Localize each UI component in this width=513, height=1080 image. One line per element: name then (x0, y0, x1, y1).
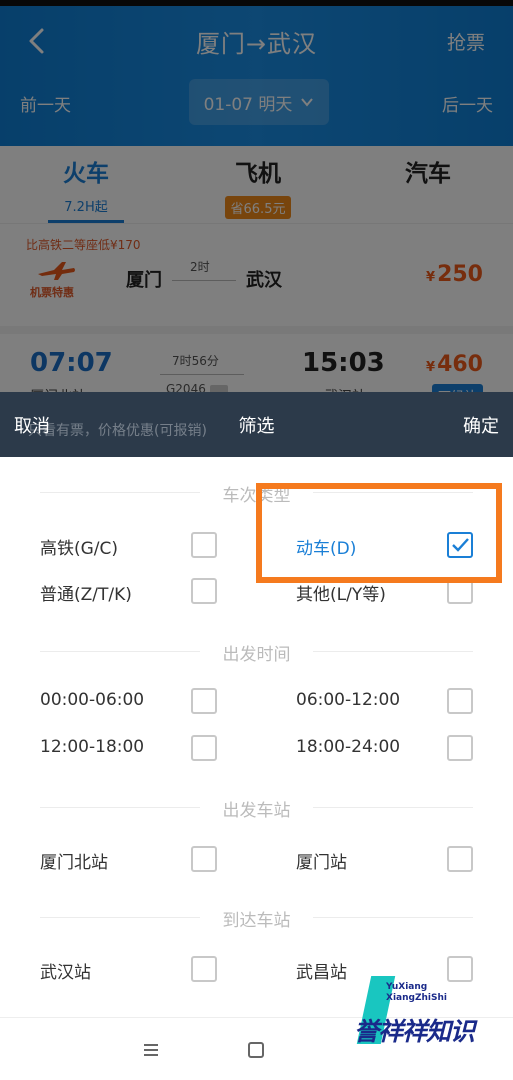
dim-overlay[interactable] (0, 0, 513, 392)
option-high-speed[interactable]: 高铁(G/C) (40, 534, 118, 559)
option-time-6-12[interactable]: 06:00-12:00 (296, 690, 400, 710)
option-other[interactable]: 其他(L/Y等) (296, 580, 386, 605)
checkbox-arr-wuhan[interactable] (191, 956, 217, 982)
home-icon[interactable] (248, 1042, 264, 1058)
checkbox-time-18-24[interactable] (447, 735, 473, 761)
watermark-brand: 誉祥祥知识 (354, 1017, 475, 1046)
checkbox-time-0-6[interactable] (191, 688, 217, 714)
option-time-18-24[interactable]: 18:00-24:00 (296, 737, 400, 757)
option-dep-xiamen[interactable]: 厦门站 (296, 848, 347, 873)
option-dep-xiamen-north[interactable]: 厦门北站 (40, 848, 108, 873)
highlight-box (256, 483, 502, 583)
option-regular[interactable]: 普通(Z/T/K) (40, 580, 132, 605)
hidden-filter-note: 只看有票，价格优惠(可报销) (28, 423, 207, 439)
section-title-departure-time: 出发时间 (0, 640, 513, 665)
checkbox-high-speed[interactable] (191, 532, 217, 558)
watermark-line1: YuXiang (386, 982, 428, 992)
checkbox-regular[interactable] (191, 578, 217, 604)
option-time-12-18[interactable]: 12:00-18:00 (40, 737, 144, 757)
watermark-line2: XiangZhiShi (386, 993, 447, 1003)
checkbox-time-6-12[interactable] (447, 688, 473, 714)
checkbox-dep-xiamen-north[interactable] (191, 846, 217, 872)
watermark-logo: YuXiang XiangZhiShi 誉祥祥知识 (350, 976, 500, 1046)
option-arr-wuhan[interactable]: 武汉站 (40, 958, 91, 983)
watermark-small-text: YuXiang XiangZhiShi (386, 982, 447, 1004)
option-arr-wuchang[interactable]: 武昌站 (296, 958, 347, 983)
section-title-arrival-station: 到达车站 (0, 906, 513, 931)
menu-icon[interactable] (142, 1042, 160, 1058)
confirm-button[interactable]: 确定 (463, 412, 499, 438)
section-title-departure-station: 出发车站 (0, 796, 513, 821)
checkbox-time-12-18[interactable] (191, 735, 217, 761)
checkbox-dep-xiamen[interactable] (447, 846, 473, 872)
option-time-0-6[interactable]: 00:00-06:00 (40, 690, 144, 710)
